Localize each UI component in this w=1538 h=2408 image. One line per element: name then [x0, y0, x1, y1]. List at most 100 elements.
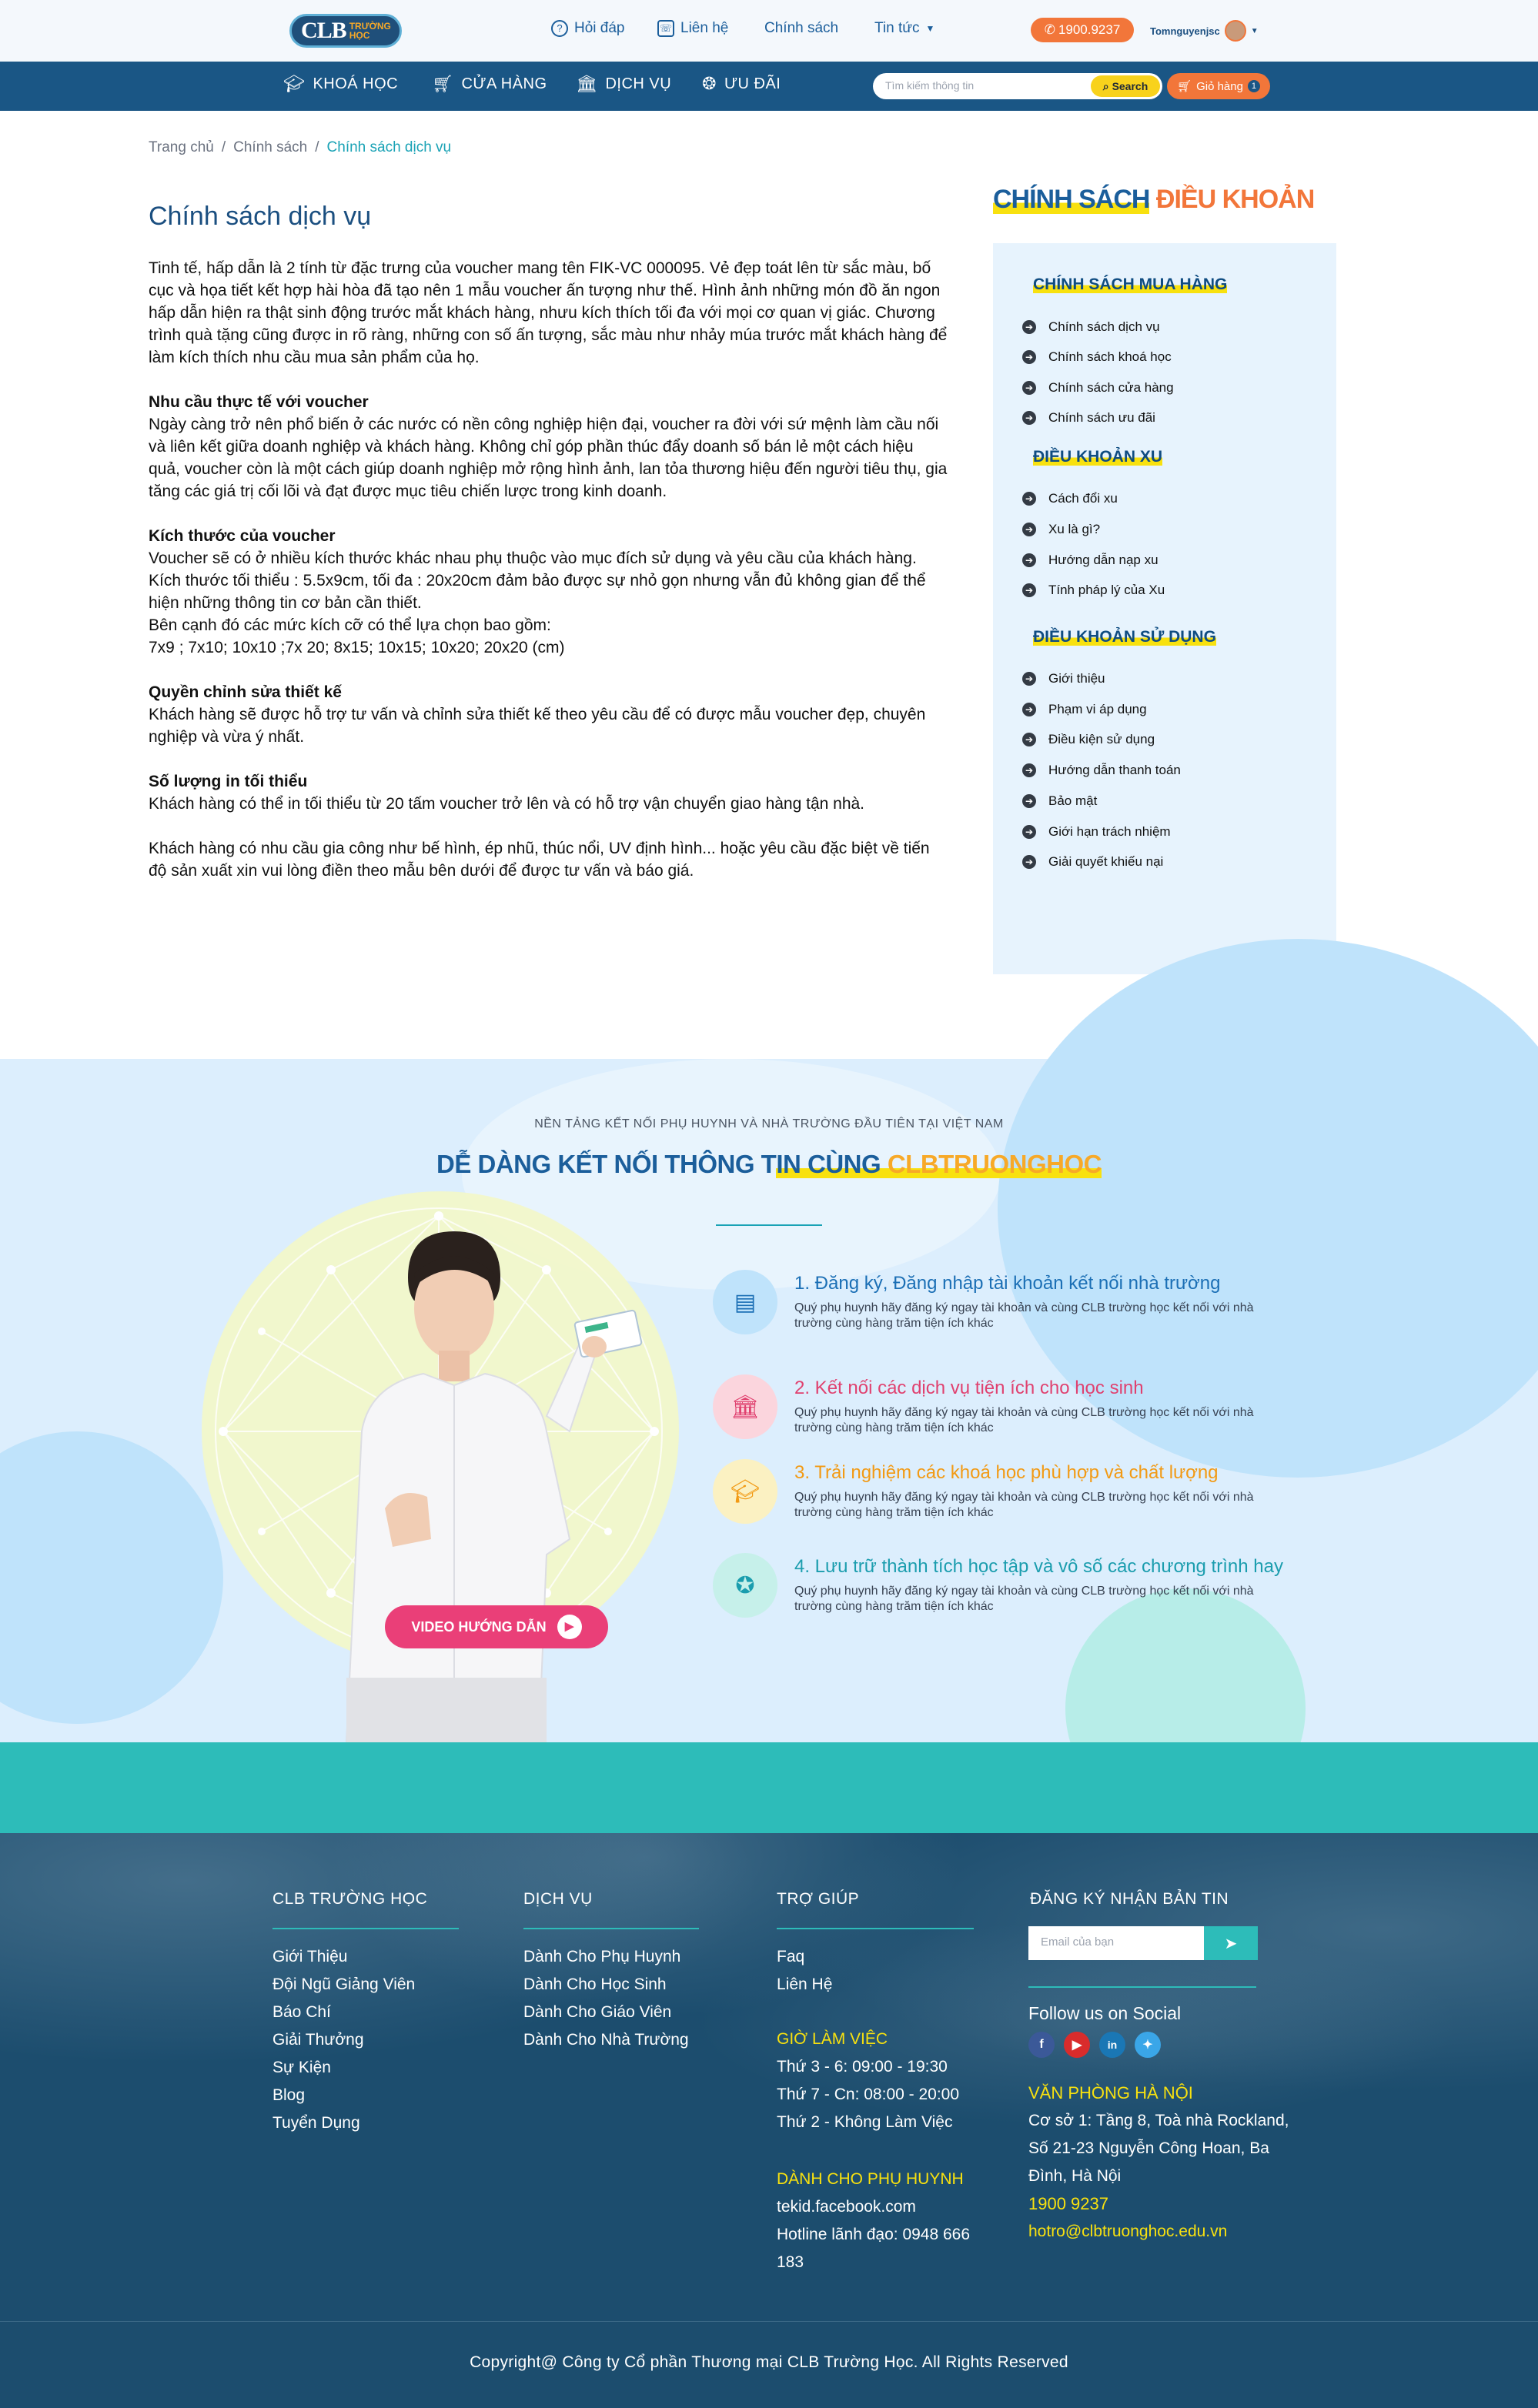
nav-courses-label: KHOÁ HỌC [313, 75, 399, 92]
twitter-icon[interactable]: ✦ [1135, 2032, 1161, 2058]
arrow-right-icon: ➔ [1022, 855, 1036, 869]
promo-subtitle: NỀN TẢNG KẾT NỐI PHỤ HUYNH VÀ NHÀ TRƯỜNG… [534, 1117, 1004, 1131]
feature-desc: Quý phụ huynh hãy đăng ký ngay tài khoản… [794, 1491, 1254, 1519]
arrow-right-icon: ➔ [1022, 733, 1036, 746]
sidebar-item[interactable]: ➔ Cách đổi xu [1022, 491, 1118, 506]
woman-photo [345, 1231, 643, 1742]
footer-link[interactable]: Dành Cho Học Sinh [523, 1971, 689, 1999]
arrow-right-icon: ➔ [1022, 763, 1036, 777]
sidebar-item[interactable]: ➔ Chính sách khoá học [1022, 349, 1172, 365]
sidebar-item[interactable]: ➔ Hướng dẫn thanh toán [1022, 763, 1181, 778]
office-heading: VĂN PHÒNG HÀ NỘI [1028, 2083, 1193, 2102]
search-button[interactable]: ⌕ Search [1091, 75, 1160, 97]
section-heading: Nhu cầu thực tế với voucher [149, 393, 369, 411]
section-text: Khách hàng có thể in tối thiểu từ 20 tấm… [149, 795, 865, 813]
copyright-text: Copyright@ Công ty Cổ phần Thương mại CL… [470, 2353, 1068, 2371]
arrow-right-icon: ➔ [1022, 672, 1036, 686]
nav-news[interactable]: Tin tức ▼ [874, 20, 935, 37]
footer-link-list: Giới Thiệu Đội Ngũ Giảng Viên Báo Chí Gi… [272, 1943, 415, 2137]
newsletter-send-button[interactable]: ➤ [1204, 1926, 1258, 1960]
footer-link[interactable]: Sự Kiện [272, 2054, 415, 2082]
nav-contact[interactable]: ☏ Liên hệ [657, 20, 728, 37]
search-icon: ⌕ [1102, 79, 1109, 92]
footer-link[interactable]: Dành Cho Giáo Viên [523, 1999, 689, 2026]
sidebar-group-heading-text: CHÍNH SÁCH MUA HÀNG [1033, 276, 1228, 293]
section-heading: Kích thước của voucher [149, 527, 336, 545]
sidebar-item[interactable]: ➔ Chính sách cửa hàng [1022, 380, 1174, 396]
nav-faq[interactable]: ? Hỏi đáp [551, 20, 625, 37]
sidebar-item[interactable]: ➔ Tính pháp lý của Xu [1022, 583, 1165, 598]
sidebar-item[interactable]: ➔ Giải quyết khiếu nại [1022, 854, 1163, 870]
facebook-icon[interactable]: f [1028, 2032, 1055, 2058]
sidebar-item[interactable]: ➔ Chính sách ưu đãi [1022, 410, 1155, 426]
footer-link[interactable]: Liên Hệ [777, 1971, 832, 1999]
nav-services[interactable]: 🏛︎ DỊCH VỤ [576, 74, 671, 94]
sidebar-item[interactable]: ➔ Chính sách dịch vụ [1022, 319, 1160, 335]
feature-item[interactable]: ▤ 1. Đăng ký, Đăng nhập tài khoản kết nố… [713, 1270, 1329, 1339]
footer-link[interactable]: Dành Cho Nhà Trường [523, 2026, 689, 2054]
footer-heading: CLB TRƯỜNG HỌC [272, 1890, 428, 1908]
nav-policy[interactable]: Chính sách [764, 20, 838, 37]
site-logo[interactable]: CLB TRƯỜNG HỌC [289, 14, 402, 48]
arrow-right-icon: ➔ [1022, 703, 1036, 716]
breadcrumb: Trang chủ / Chính sách / Chính sách dịch… [149, 139, 451, 156]
sidebar-item-label: Cách đổi xu [1048, 491, 1118, 506]
sidebar-item[interactable]: ➔ Bảo mật [1022, 793, 1097, 809]
feature-title: 3. Trải nghiệm các khoá học phù hợp và c… [794, 1462, 1219, 1483]
sidebar-item[interactable]: ➔ Hướng dẫn nạp xu [1022, 553, 1159, 568]
arrow-right-icon: ➔ [1022, 523, 1036, 536]
breadcrumb-policy[interactable]: Chính sách [233, 139, 307, 156]
graduation-cap-icon: 🎓︎ [283, 74, 306, 93]
nav-offers[interactable]: ❂ ƯU ĐÃI [702, 74, 781, 94]
video-guide-button[interactable]: VIDEO HƯỚNG DẪN ▶ [385, 1605, 608, 1648]
register-icon: ▤ [713, 1270, 777, 1334]
newsletter-email-input[interactable]: Email của bạn [1028, 1926, 1204, 1960]
footer-link[interactable]: Giải Thưởng [272, 2026, 415, 2054]
sidebar-group-heading: ĐIỀU KHOẢN XU [1033, 448, 1163, 466]
nav-faq-label: Hỏi đáp [574, 20, 625, 36]
footer-link[interactable]: Đội Ngũ Giảng Viên [272, 1971, 415, 1999]
office-phone[interactable]: 1900 9237 [1028, 2190, 1108, 2218]
sidebar-item[interactable]: ➔ Giới thiệu [1022, 671, 1105, 686]
footer-link[interactable]: Giới Thiệu [272, 1943, 415, 1971]
feature-item[interactable]: 🏛︎ 2. Kết nối các dịch vụ tiện ích cho h… [713, 1374, 1329, 1444]
arrow-right-icon: ➔ [1022, 350, 1036, 364]
hotline-text: 183 [777, 2253, 804, 2271]
user-menu[interactable]: Tomnguyenjsc ▼ [1150, 20, 1259, 42]
contact-icon: ☏ [657, 20, 674, 37]
arrow-right-icon: ➔ [1022, 411, 1036, 425]
nav-courses[interactable]: 🎓︎ KHOÁ HỌC [283, 74, 398, 94]
avatar [1224, 20, 1246, 42]
sidebar-item[interactable]: ➔ Phạm vi áp dụng [1022, 702, 1147, 717]
nav-news-label: Tin tức [874, 20, 920, 36]
feature-title: 2. Kết nối các dịch vụ tiện ích cho học … [794, 1378, 1144, 1398]
youtube-icon[interactable]: ▶ [1064, 2032, 1090, 2058]
footer-link[interactable]: Báo Chí [272, 1999, 415, 2026]
sidebar-item[interactable]: ➔ Xu là gì? [1022, 522, 1100, 537]
chevron-down-icon: ▼ [1250, 26, 1259, 35]
footer-link[interactable]: Tuyển Dụng [272, 2109, 415, 2137]
phone-button[interactable]: ✆ 1900.9237 [1031, 18, 1134, 42]
sidebar-item[interactable]: ➔ Điều kiện sử dụng [1022, 732, 1155, 747]
section-text: Ngày càng trở nên phổ biến ở các nước có… [149, 416, 948, 500]
office-email[interactable]: hotro@clbtruonghoc.edu.vn [1028, 2218, 1227, 2246]
breadcrumb-home[interactable]: Trang chủ [149, 139, 214, 156]
footer-link[interactable]: Faq [777, 1943, 832, 1971]
working-hours-line: Thứ 2 - Không Làm Việc [777, 2113, 953, 2131]
building-icon: 🏛︎ [576, 74, 598, 93]
sidebar-item[interactable]: ➔ Giới hạn trách nhiệm [1022, 824, 1171, 840]
cart-button[interactable]: 🛒︎ Giỏ hàng 1 [1167, 73, 1270, 99]
footer-heading: TRỢ GIÚP [777, 1890, 860, 1908]
section-text: Kích thước tối thiểu : 5.5x9cm, tối đa :… [149, 572, 926, 612]
feature-desc: Quý phụ huynh hãy đăng ký ngay tài khoản… [794, 1301, 1254, 1330]
footer-link[interactable]: Blog [272, 2082, 415, 2109]
footer-link[interactable]: Dành Cho Phụ Huynh [523, 1943, 689, 1971]
feature-item[interactable]: 🎓︎ 3. Trải nghiệm các khoá học phù hợp v… [713, 1459, 1329, 1528]
nav-store[interactable]: 🛒︎ CỬA HÀNG [432, 74, 547, 94]
article-body: Tinh tế, hấp dẫn là 2 tính từ đặc trưng … [149, 257, 949, 882]
feature-item[interactable]: ✪ 4. Lưu trữ thành tích học tập và vô số… [713, 1553, 1329, 1622]
feature-title: 4. Lưu trữ thành tích học tập và vô số c… [794, 1556, 1283, 1577]
linkedin-icon[interactable]: in [1099, 2032, 1125, 2058]
parents-link[interactable]: tekid.facebook.com [777, 2193, 970, 2221]
sidebar-item-label: Hướng dẫn thanh toán [1048, 763, 1181, 777]
